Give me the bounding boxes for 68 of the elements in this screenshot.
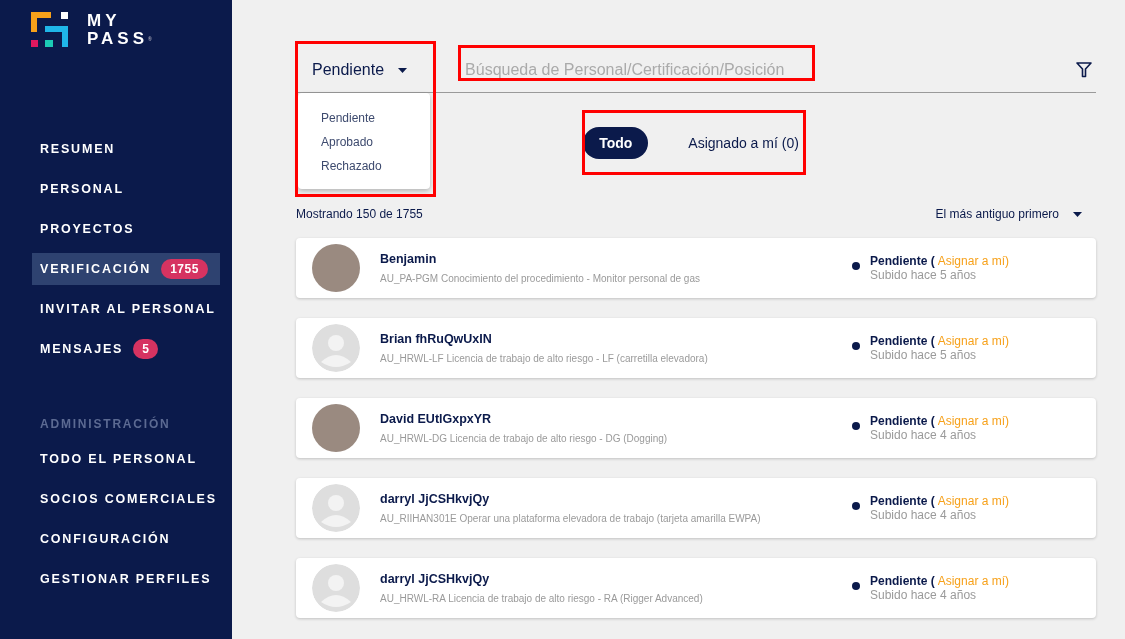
nav-label: MENSAJES — [40, 342, 124, 356]
nav-label: PERSONAL — [40, 182, 124, 196]
upload-time: Subido hace 5 años — [870, 268, 978, 282]
person-name: David EUtlGxpxYR — [380, 412, 493, 426]
count-badge: 1755 — [161, 259, 208, 279]
person-name: darryl JjCSHkvjQy — [380, 492, 491, 506]
nav-item[interactable]: MENSAJES 5 — [32, 333, 220, 365]
photo-placeholder — [312, 244, 360, 292]
photo-placeholder — [312, 404, 360, 452]
person-name: Brian fhRuQwUxIN — [380, 332, 493, 346]
nav-label: SOCIOS COMERCIALES — [40, 492, 217, 506]
avatar-placeholder-icon — [312, 484, 360, 532]
nav-item[interactable]: SOCIOS COMERCIALES — [32, 483, 220, 515]
filter-tab[interactable]: Todo — [583, 127, 649, 159]
nav-item[interactable]: CONFIGURACIÓN — [32, 523, 220, 555]
certification-text: AU_PA-PGM Conocimiento del procedimiento - Monitor personal de gas — [380, 273, 701, 284]
nav-label: INVITAR AL PERSONAL — [40, 302, 216, 316]
logo-text: MY — [87, 12, 122, 30]
nav-label: PROYECTOS — [40, 222, 135, 236]
nav-item[interactable]: VERIFICACIÓN 1755 — [32, 253, 220, 285]
certification-text: AU_HRWL-LF Licencia de trabajo de alto riesgo - LF (carretilla elevadora) — [380, 353, 709, 364]
status-text: Pendiente ( — [870, 334, 935, 348]
menu-option[interactable]: Rechazado — [298, 157, 430, 175]
section-title: ADMINISTRACIÓN — [39, 415, 172, 433]
status-text: Pendiente ( — [870, 494, 935, 508]
menu-option[interactable]: Pendiente — [298, 109, 430, 127]
nav-label: VERIFICACIÓN — [40, 262, 152, 276]
status-text: Pendiente ( — [870, 414, 935, 428]
nav-item[interactable]: PROYECTOS — [32, 213, 220, 245]
menu-option[interactable]: Aprobado — [298, 133, 430, 151]
certification-text: AU_HRWL-DG Licencia de trabajo de alto riesgo - DG (Dogging) — [380, 433, 669, 444]
status-dot — [852, 422, 860, 430]
upload-time: Subido hace 4 años — [870, 588, 978, 602]
upload-time: Subido hace 4 años — [870, 428, 978, 442]
certification-text: AU_HRWL-RA Licencia de trabajo de alto riesgo - RA (Rigger Advanced) — [380, 593, 704, 604]
nav-item[interactable]: TODO EL PERSONAL — [32, 443, 220, 475]
status-dropdown[interactable]: Pendiente — [296, 48, 424, 92]
status-text: Pendiente ( — [870, 254, 935, 268]
search-field[interactable]: Búsqueda de Personal/Certificación/Posición — [461, 55, 1076, 85]
status-dot — [852, 502, 860, 510]
result-count: Mostrando 150 de 1755 — [296, 207, 423, 221]
filter-tab[interactable]: Asignado a mí (0) — [672, 127, 815, 159]
sort-dropdown[interactable]: El más antiguo primero — [935, 207, 1096, 221]
certification-text: AU_RIIHAN301E Operar una plataforma elevadora de trabajo (tarjeta amarilla EWPA) — [380, 513, 762, 524]
nav-label: GESTIONAR PERFILES — [40, 572, 212, 586]
person-name: Benjamin — [380, 252, 438, 266]
filter-icon[interactable] — [1076, 62, 1092, 78]
status-dot — [852, 582, 860, 590]
nav-item[interactable]: RESUMEN — [32, 133, 220, 165]
logo-icon — [31, 12, 69, 48]
upload-time: Subido hace 5 años — [870, 348, 978, 362]
nav-label: TODO EL PERSONAL — [40, 452, 197, 466]
nav-item[interactable]: INVITAR AL PERSONAL — [32, 293, 220, 325]
avatar-placeholder-icon — [312, 324, 360, 372]
nav-label: CONFIGURACIÓN — [40, 532, 171, 546]
logo-text: PASS$^{®}$ — [87, 30, 152, 48]
upload-time: Subido hace 4 años — [870, 508, 978, 522]
person-name: darryl JjCSHkvjQy — [380, 572, 491, 586]
status-dot — [852, 262, 860, 270]
nav-label: RESUMEN — [40, 142, 116, 156]
nav-item[interactable]: PERSONAL — [32, 173, 220, 205]
count-badge: 5 — [133, 339, 159, 359]
status-dot — [852, 342, 860, 350]
status-text: Pendiente ( — [870, 574, 935, 588]
caret-icon — [1073, 211, 1082, 217]
avatar-placeholder-icon — [312, 564, 360, 612]
caret-icon — [398, 67, 408, 73]
nav-item[interactable]: GESTIONAR PERFILES — [32, 563, 220, 595]
